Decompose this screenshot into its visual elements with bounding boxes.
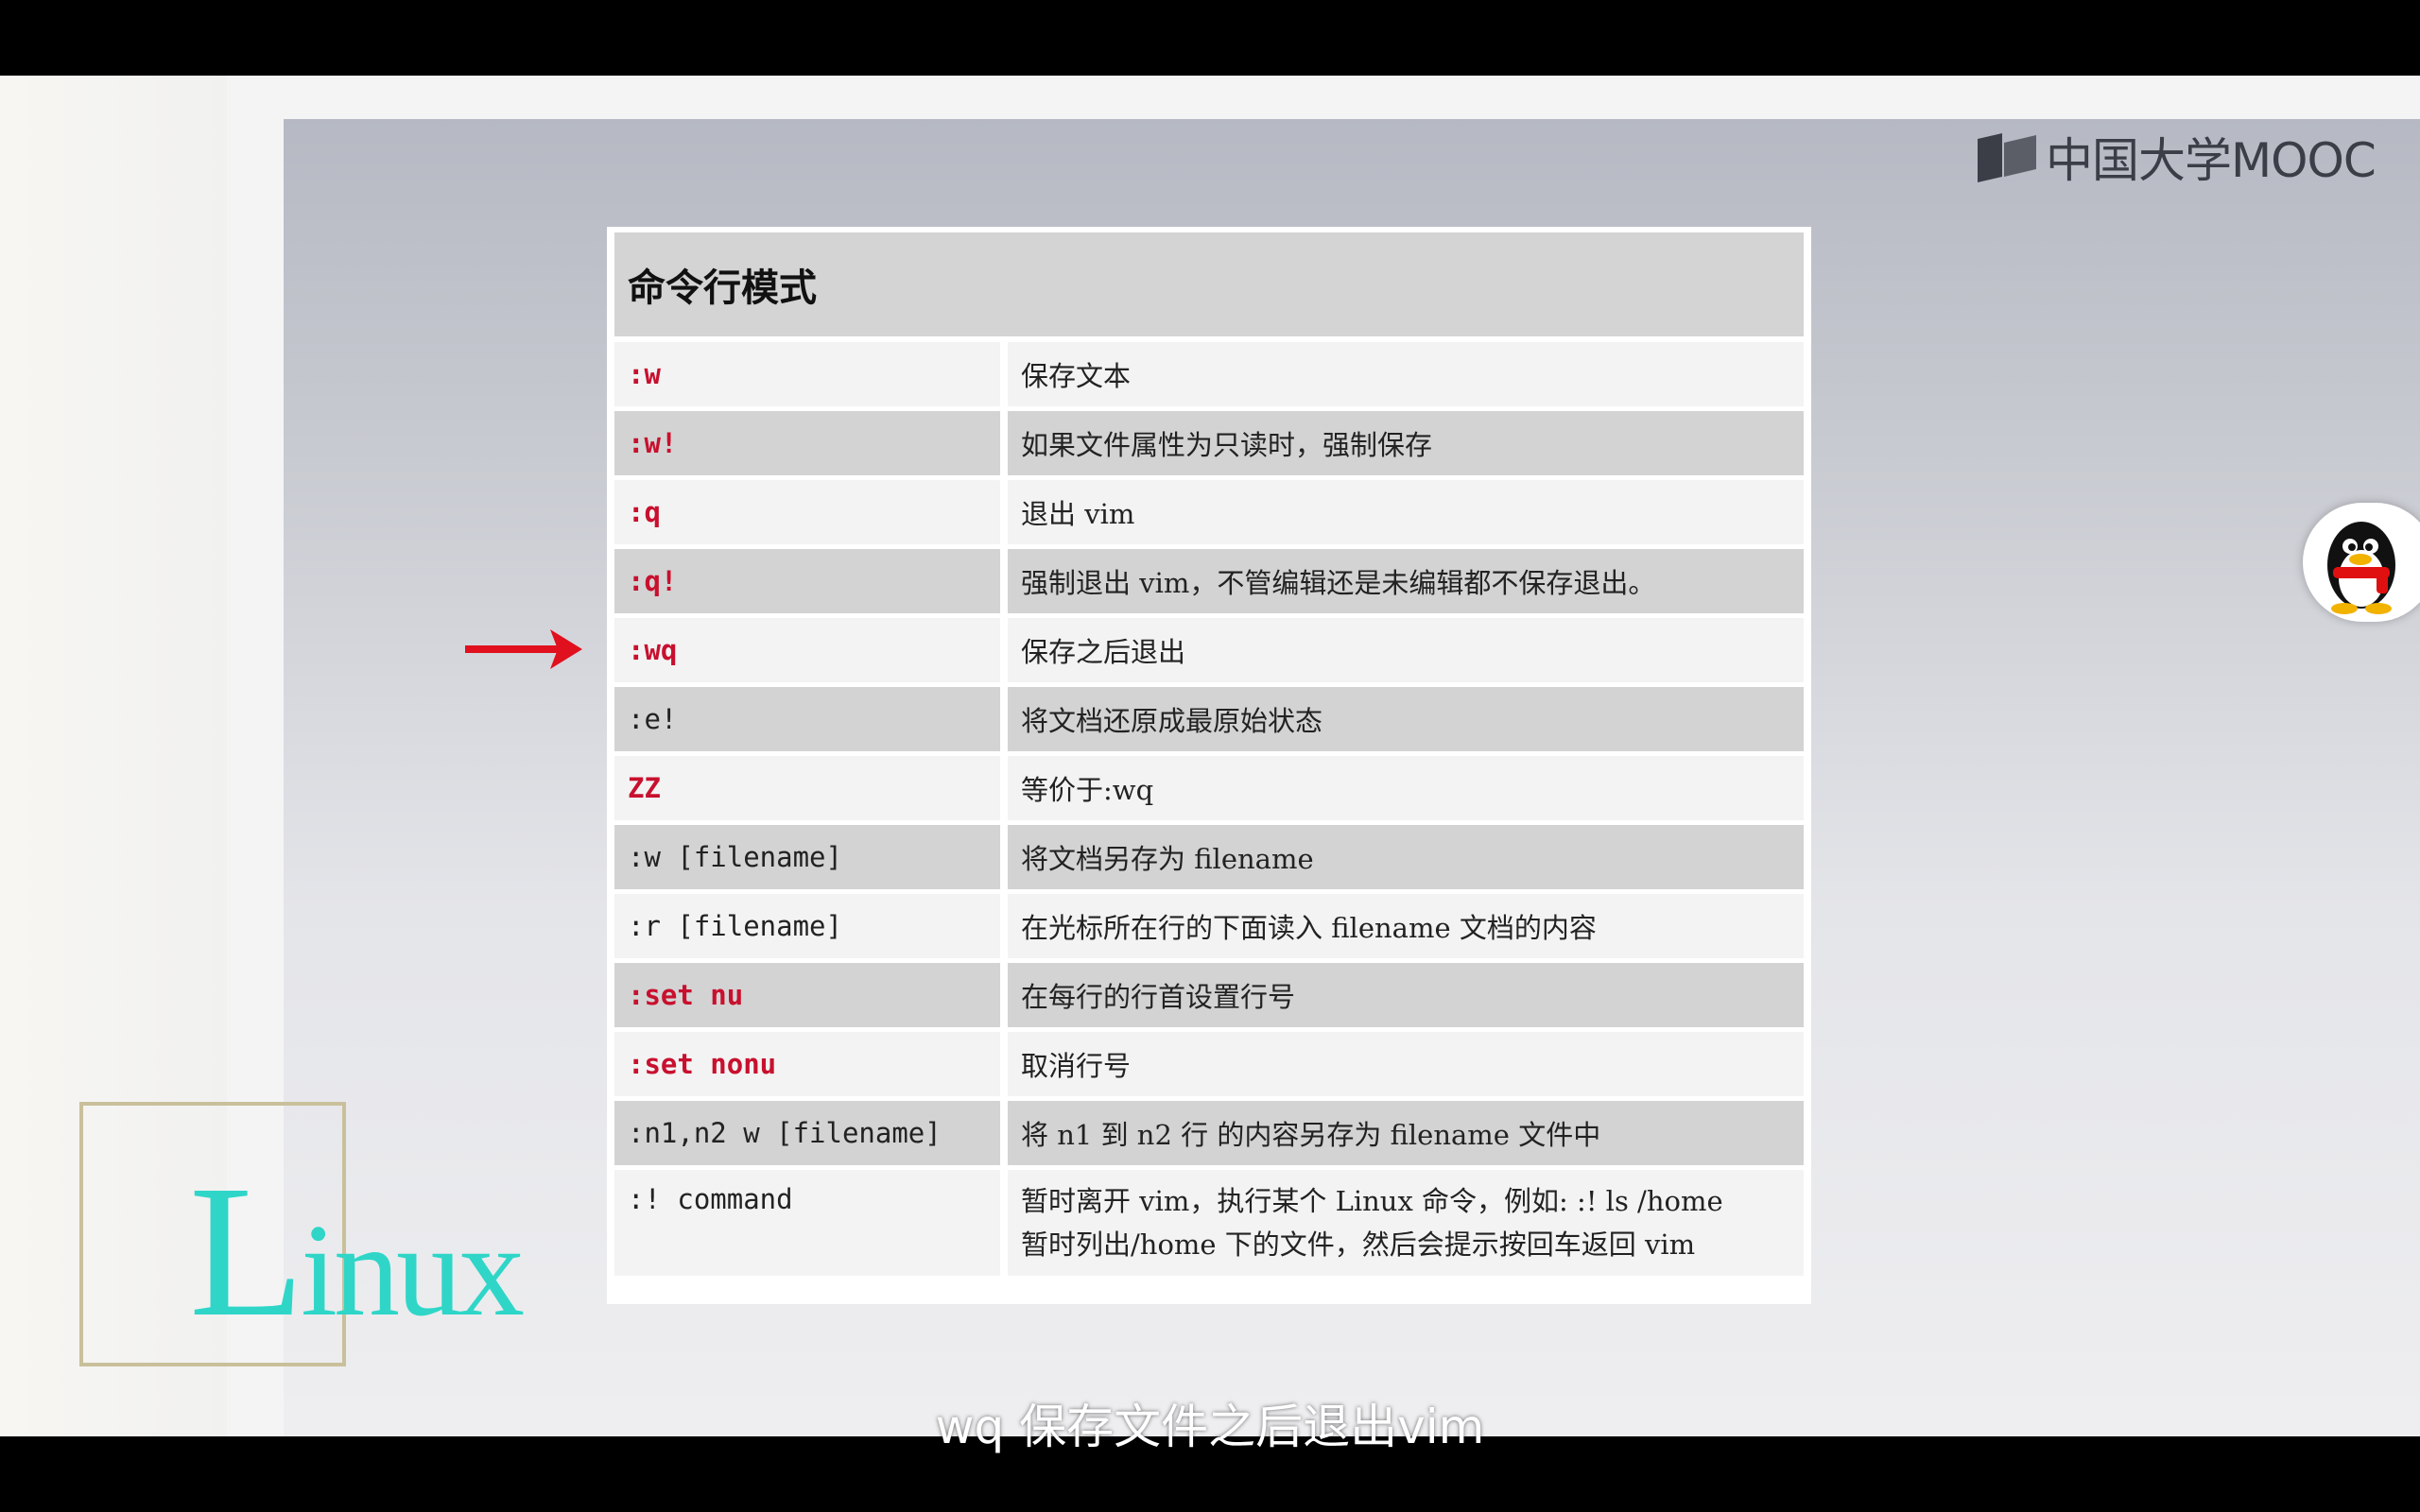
command-cell: :! command bbox=[614, 1170, 1000, 1276]
command-cell: ZZ bbox=[614, 756, 1000, 820]
description-cell: 保存文本 bbox=[1008, 342, 1804, 406]
penguin-graphic bbox=[2327, 522, 2395, 614]
command-cell: :set nu bbox=[614, 963, 1000, 1027]
description-cell: 退出 vim bbox=[1008, 480, 1804, 544]
table-row: ZZ 等价于:wq bbox=[614, 756, 1804, 820]
table-row: :w [filename] 将文档另存为 filename bbox=[614, 825, 1804, 889]
description-cell: 如果文件属性为只读时，强制保存 bbox=[1008, 411, 1804, 475]
description-cell: 保存之后退出 bbox=[1008, 618, 1804, 682]
linux-logo-initial: L bbox=[189, 1147, 304, 1356]
description-cell: 在光标所在行的下面读入 filename 文档的内容 bbox=[1008, 894, 1804, 958]
command-cell: :q bbox=[614, 480, 1000, 544]
command-cell: :q! bbox=[614, 549, 1000, 613]
logo-text: 中国大学MOOC bbox=[2046, 133, 2377, 188]
linux-logo: Linux bbox=[189, 1143, 525, 1360]
book-icon bbox=[1978, 133, 2036, 182]
video-frame: 中国大学MOOC 命令行模式 :w 保存文本:w! 如果文件属性为只读时，强制保存:… bbox=[0, 76, 2420, 1436]
table-row: :set nu 在每行的行首设置行号 bbox=[614, 963, 1804, 1027]
table-row: :wq 保存之后退出 bbox=[614, 618, 1804, 682]
table-row: :q! 强制退出 vim，不管编辑还是未编辑都不保存退出。 bbox=[614, 549, 1804, 613]
command-cell: :w! bbox=[614, 411, 1000, 475]
table-row: :w 保存文本 bbox=[614, 342, 1804, 406]
table-row: :! command 暂时离开 vim，执行某个 Linux 命令，例如: :! … bbox=[614, 1170, 1804, 1276]
table-row: :e! 将文档还原成最原始状态 bbox=[614, 687, 1804, 751]
table-row: :w! 如果文件属性为只读时，强制保存 bbox=[614, 411, 1804, 475]
command-cell: :w [filename] bbox=[614, 825, 1000, 889]
command-table: 命令行模式 :w 保存文本:w! 如果文件属性为只读时，强制保存:q 退出 vim:q… bbox=[607, 227, 1811, 1304]
description-cell: 强制退出 vim，不管编辑还是未编辑都不保存退出。 bbox=[1008, 549, 1804, 613]
table-title: 命令行模式 bbox=[614, 232, 1804, 336]
mooc-logo: 中国大学MOOC bbox=[1974, 127, 2377, 188]
table-row: :q 退出 vim bbox=[614, 480, 1804, 544]
description-cell: 在每行的行首设置行号 bbox=[1008, 963, 1804, 1027]
table-body: :w 保存文本:w! 如果文件属性为只读时，强制保存:q 退出 vim:q! 强制退出 … bbox=[614, 342, 1804, 1276]
command-cell: :wq bbox=[614, 618, 1000, 682]
arrow-pointer-icon bbox=[465, 629, 582, 669]
description-cell: 将文档另存为 filename bbox=[1008, 825, 1804, 889]
table-row: :set nonu 取消行号 bbox=[614, 1032, 1804, 1096]
command-cell: :r [filename] bbox=[614, 894, 1000, 958]
description-cell: 暂时离开 vim，执行某个 Linux 命令，例如: :! ls /home 暂… bbox=[1008, 1170, 1804, 1276]
command-cell: :n1,n2 w [filename] bbox=[614, 1101, 1000, 1165]
qq-penguin-icon[interactable] bbox=[2303, 503, 2420, 622]
table-row: :r [filename] 在光标所在行的下面读入 filename 文档的内容 bbox=[614, 894, 1804, 958]
linux-logo-rest: inux bbox=[301, 1197, 525, 1344]
command-cell: :set nonu bbox=[614, 1032, 1000, 1096]
description-cell: 等价于:wq bbox=[1008, 756, 1804, 820]
table-row: :n1,n2 w [filename] 将 n1 到 n2 行 的内容另存为 fi… bbox=[614, 1101, 1804, 1165]
video-subtitle: wq 保存文件之后退出vim bbox=[935, 1400, 1485, 1454]
description-cell: 将文档还原成最原始状态 bbox=[1008, 687, 1804, 751]
command-cell: :e! bbox=[614, 687, 1000, 751]
description-cell: 将 n1 到 n2 行 的内容另存为 filename 文件中 bbox=[1008, 1101, 1804, 1165]
description-cell: 取消行号 bbox=[1008, 1032, 1804, 1096]
command-cell: :w bbox=[614, 342, 1000, 406]
